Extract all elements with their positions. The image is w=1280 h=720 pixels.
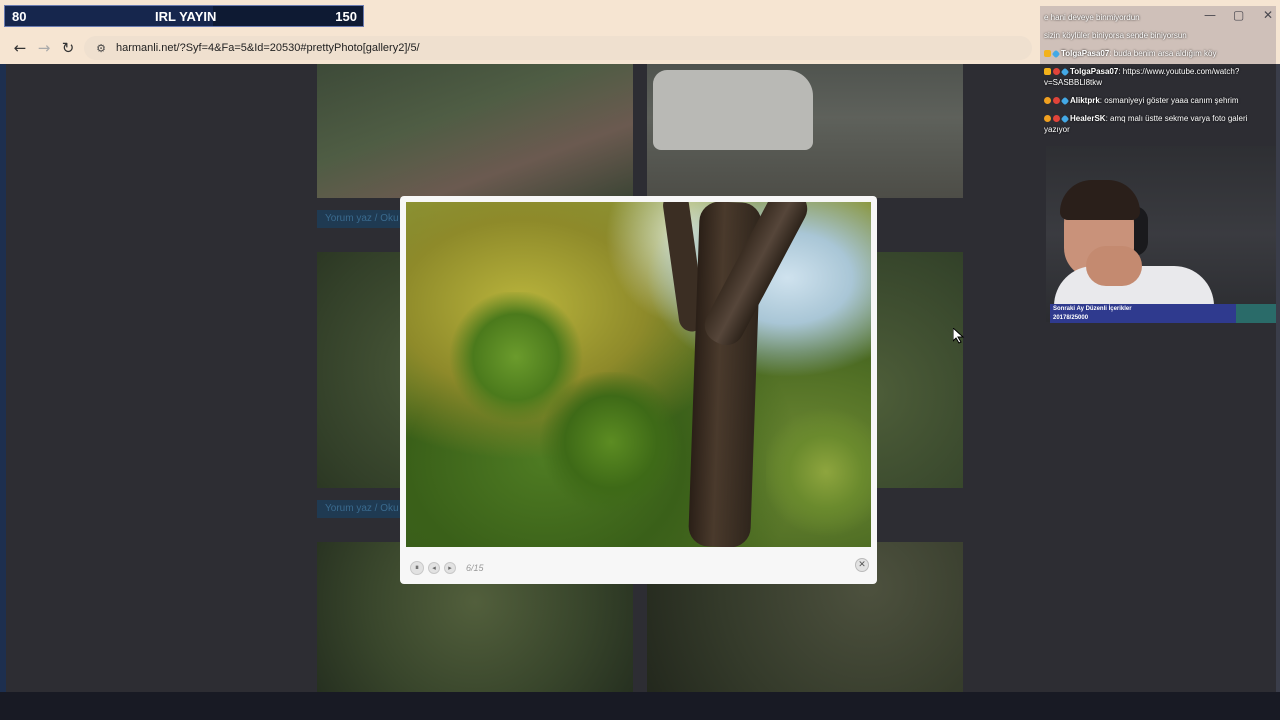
red-badge-icon [1053, 97, 1060, 105]
url-text[interactable]: harmanli.net/?Syf=4&Fa=5&Id=20530#pretty… [116, 42, 420, 54]
prev-icon[interactable]: ◂ [428, 562, 440, 574]
pause-icon[interactable]: ⏸ [410, 561, 424, 575]
site-info-icon[interactable]: ⚙ [94, 41, 108, 55]
foliage [766, 402, 871, 542]
bits-badge-icon [1044, 115, 1051, 123]
chat-message: TolgaPasa07: https://www.youtube.com/wat… [1044, 67, 1240, 87]
chat-message: HealerSK: amq malı üstte sekme varya fot… [1044, 114, 1248, 134]
comment-link[interactable]: Yorum yaz / Oku [317, 500, 413, 518]
scrollbar[interactable] [1276, 64, 1280, 692]
sub-goal-title: Sonraki Ay Düzenli İçerikler [1053, 306, 1132, 312]
lightbox-controls: ⏸ ◂ ▸ 6/15 [410, 561, 484, 575]
red-badge-icon [1053, 115, 1060, 123]
url-input[interactable]: ⚙ harmanli.net/?Syf=4&Fa=5&Id=20530#pret… [84, 36, 1032, 60]
gem-badge-icon [1060, 96, 1070, 106]
lightbox-photo[interactable] [406, 202, 871, 547]
close-icon[interactable]: ✕ [855, 558, 869, 572]
gem-badge-icon [1060, 114, 1070, 124]
next-icon[interactable]: ▸ [444, 562, 456, 574]
goal-title: IRL YAYIN [155, 9, 217, 24]
goal-start-value: 80 [12, 8, 27, 24]
bottom-bar [0, 692, 1280, 720]
image-counter: 6/15 [466, 563, 484, 573]
foliage [536, 372, 686, 512]
bits-badge-icon [1044, 97, 1051, 105]
streamer-hair [1060, 180, 1140, 220]
chat-message: sizin köylüler biniyorsa sende biniyorsu… [1044, 31, 1187, 40]
chat-message: e hani deveye binmiyordun [1044, 13, 1140, 22]
gallery-thumb[interactable] [647, 64, 963, 198]
chat-message: TolgaPasa07: buda benim arsa aldığım köy [1044, 48, 1256, 59]
webcam-feed [1046, 146, 1276, 322]
lightbox: ⏸ ◂ ▸ 6/15 ✕ [400, 196, 877, 584]
comment-link[interactable]: Yorum yaz / Oku [317, 210, 413, 228]
streamer-hands [1086, 246, 1142, 286]
red-badge-icon [1053, 68, 1060, 76]
car-image [653, 70, 813, 150]
sub-goal-count: 20178/25000 [1053, 315, 1089, 321]
gem-badge-icon [1060, 67, 1070, 77]
stream-goal-bar: 80 IRL YAYIN 150 [4, 5, 364, 27]
chat-message: Aliktprk: osmaniyeyi göster yaaa canım ş… [1044, 95, 1256, 106]
crown-badge-icon [1044, 50, 1051, 58]
reload-icon[interactable]: ↻ [56, 36, 80, 60]
sub-goal-remaining [1236, 304, 1276, 323]
forward-icon[interactable]: → [32, 36, 56, 60]
gem-badge-icon [1051, 49, 1061, 59]
gallery-thumb[interactable] [317, 64, 633, 198]
crown-badge-icon [1044, 68, 1051, 76]
goal-end-value: 150 [335, 9, 357, 24]
back-icon[interactable]: ← [8, 36, 32, 60]
